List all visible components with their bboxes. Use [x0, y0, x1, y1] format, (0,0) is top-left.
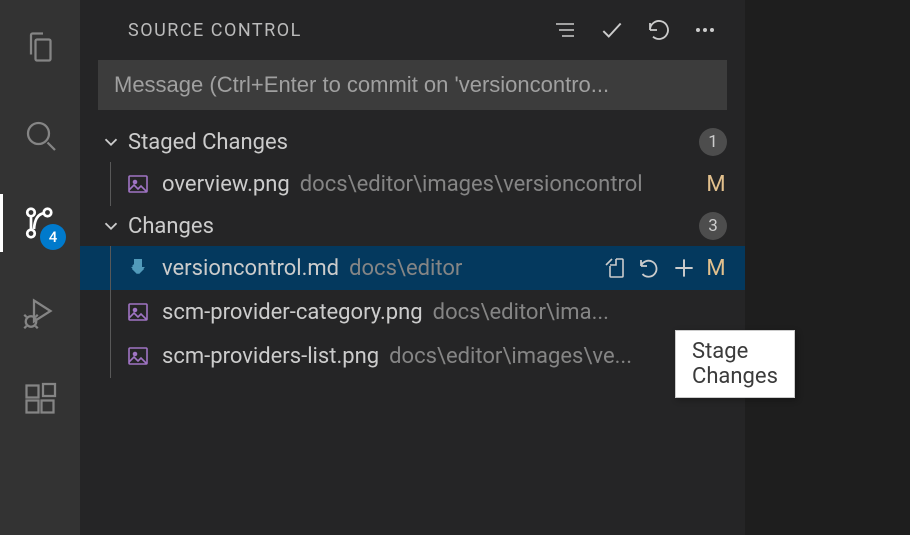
staged-changes-header[interactable]: Staged Changes 1 [80, 122, 745, 162]
staged-files-list: overview.png docs\editor\images\versionc… [80, 162, 745, 206]
file-path: docs\editor\images\versioncontrol [300, 172, 643, 197]
file-status: M [705, 172, 727, 197]
open-file-icon[interactable] [603, 256, 627, 280]
markdown-file-icon [126, 256, 152, 280]
commit-message-input[interactable] [98, 60, 727, 110]
editor-area [745, 0, 910, 535]
group-label: Staged Changes [128, 130, 699, 155]
file-name: scm-providers-list.png [162, 344, 379, 369]
panel-actions [553, 17, 717, 43]
file-status: M [705, 256, 727, 281]
view-as-tree-icon[interactable] [553, 18, 577, 42]
tooltip: Stage Changes [675, 330, 795, 398]
group-label: Changes [128, 214, 699, 239]
image-file-icon [126, 300, 152, 324]
file-path: docs\editor\ima... [433, 300, 609, 325]
commit-icon[interactable] [599, 17, 625, 43]
file-path: docs\editor\images\ve... [389, 344, 632, 369]
stage-changes-icon[interactable] [671, 255, 697, 281]
chevron-down-icon [100, 131, 122, 153]
file-row-actions [603, 255, 697, 281]
extensions-icon[interactable] [0, 370, 80, 428]
run-debug-icon[interactable] [0, 282, 80, 340]
file-row[interactable]: versioncontrol.md docs\editor M [80, 246, 745, 290]
more-actions-icon[interactable] [693, 18, 717, 42]
image-file-icon [126, 344, 152, 368]
image-file-icon [126, 172, 152, 196]
changes-header[interactable]: Changes 3 [80, 206, 745, 246]
source-control-panel: SOURCE CONTROL Staged Changes 1 [80, 0, 745, 535]
panel-title: SOURCE CONTROL [128, 20, 302, 41]
search-icon[interactable] [0, 106, 80, 164]
panel-header: SOURCE CONTROL [80, 0, 745, 60]
file-row[interactable]: overview.png docs\editor\images\versionc… [80, 162, 745, 206]
file-name: scm-provider-category.png [162, 300, 423, 325]
file-name: versioncontrol.md [162, 256, 339, 281]
source-control-badge: 4 [40, 224, 66, 250]
commit-message-section [80, 60, 745, 110]
file-path: docs\editor [349, 256, 462, 281]
changes-files-list: versioncontrol.md docs\editor M [80, 246, 745, 378]
activity-bar: 4 [0, 0, 80, 535]
discard-changes-icon[interactable] [637, 256, 661, 280]
count-badge: 1 [699, 128, 727, 156]
file-row[interactable]: scm-providers-list.png docs\editor\image… [80, 334, 745, 378]
file-row[interactable]: scm-provider-category.png docs\editor\im… [80, 290, 745, 334]
explorer-icon[interactable] [0, 18, 80, 76]
refresh-icon[interactable] [647, 18, 671, 42]
chevron-down-icon [100, 215, 122, 237]
file-name: overview.png [162, 172, 290, 197]
source-control-icon[interactable]: 4 [0, 194, 80, 252]
changes-tree: Staged Changes 1 overview.png docs\edito… [80, 122, 745, 378]
count-badge: 3 [699, 212, 727, 240]
